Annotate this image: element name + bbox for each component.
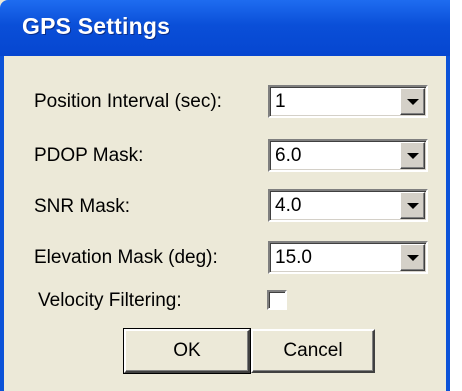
elevation-mask-dropdown[interactable]: 15.0 xyxy=(268,241,428,274)
snr-mask-value: 4.0 xyxy=(275,195,302,216)
window-frame-right xyxy=(446,56,450,391)
title-bar[interactable]: GPS Settings xyxy=(0,0,450,56)
position-interval-dropdown[interactable]: 1 xyxy=(268,85,428,118)
pdop-mask-dropdown[interactable]: 6.0 xyxy=(268,139,428,172)
window-title: GPS Settings xyxy=(22,13,171,39)
chevron-down-icon xyxy=(407,255,419,261)
pdop-mask-dropdown-button[interactable] xyxy=(400,142,425,169)
elevation-mask-label: Elevation Mask (deg): xyxy=(34,247,218,268)
velocity-filtering-label: Velocity Filtering: xyxy=(38,290,182,311)
position-interval-dropdown-button[interactable] xyxy=(400,88,425,115)
snr-mask-label: SNR Mask: xyxy=(34,196,131,217)
snr-mask-dropdown[interactable]: 4.0 xyxy=(268,189,428,222)
pdop-mask-label: PDOP Mask: xyxy=(34,145,144,166)
snr-mask-dropdown-button[interactable] xyxy=(400,192,425,219)
pdop-mask-value: 6.0 xyxy=(275,145,302,166)
cancel-button[interactable]: Cancel xyxy=(251,329,375,373)
ok-button[interactable]: OK xyxy=(123,328,251,374)
chevron-down-icon xyxy=(407,203,419,209)
position-interval-label: Position Interval (sec): xyxy=(34,91,222,112)
window-frame-left xyxy=(0,56,4,391)
chevron-down-icon xyxy=(407,153,419,159)
chevron-down-icon xyxy=(407,99,419,105)
position-interval-value: 1 xyxy=(275,91,286,112)
velocity-filtering-checkbox[interactable] xyxy=(267,290,287,310)
elevation-mask-value: 15.0 xyxy=(275,247,312,268)
elevation-mask-dropdown-button[interactable] xyxy=(400,244,425,271)
gps-settings-dialog: GPS Settings Position Interval (sec): 1 … xyxy=(0,0,450,391)
